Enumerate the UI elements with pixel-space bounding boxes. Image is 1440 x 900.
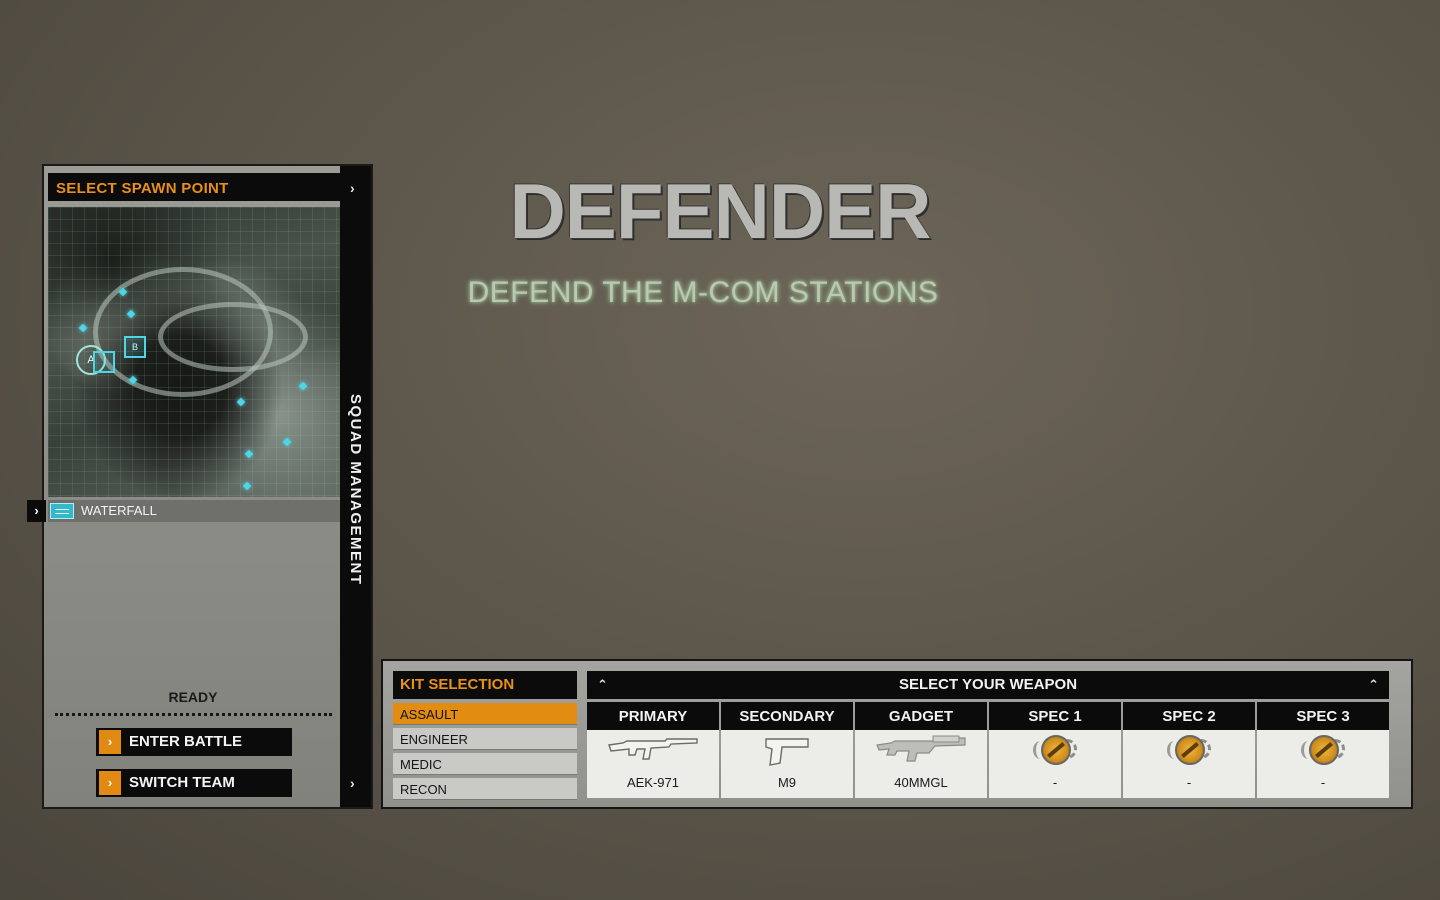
- squad-management-label: SQUAD MANAGEMENT: [347, 394, 364, 586]
- spawn-marker[interactable]: [93, 351, 115, 373]
- slot-label: GADGET: [855, 702, 987, 730]
- weapon-slot-spec-1[interactable]: SPEC 1 -: [989, 702, 1121, 798]
- slot-item-name: 40MMGL: [894, 775, 948, 790]
- spawn-map[interactable]: A B: [48, 207, 341, 497]
- chevron-right-icon[interactable]: ›: [350, 180, 355, 196]
- kit-weapon-panel: KIT SELECTION ASSAULT ENGINEER MEDIC REC…: [381, 659, 1413, 809]
- switch-team-button[interactable]: › SWITCH TEAM: [96, 769, 292, 797]
- slot-label: SPEC 1: [989, 702, 1121, 730]
- slot-body[interactable]: AEK-971: [587, 730, 719, 798]
- slot-body[interactable]: M9: [721, 730, 853, 798]
- role-title: DEFENDER: [509, 167, 931, 255]
- slot-label: SPEC 3: [1257, 702, 1389, 730]
- kit-item-medic[interactable]: MEDIC: [393, 753, 577, 775]
- spawn-point-row[interactable]: › WATERFALL: [27, 500, 341, 522]
- weapon-slot-spec-3[interactable]: SPEC 3 -: [1257, 702, 1389, 798]
- weapon-header: ⌃ SELECT YOUR WEAPON ⌃: [587, 671, 1389, 699]
- kit-item-engineer[interactable]: ENGINEER: [393, 728, 577, 750]
- squad-management-tab[interactable]: › SQUAD MANAGEMENT ›: [340, 166, 371, 807]
- slot-item-name: -: [1052, 775, 1058, 790]
- enter-battle-button[interactable]: › ENTER BATTLE: [96, 728, 292, 756]
- ready-status: READY: [168, 689, 218, 705]
- squad-marker-b[interactable]: B: [124, 336, 146, 358]
- slot-label: SPEC 2: [1123, 702, 1255, 730]
- slot-item-name: -: [1186, 775, 1192, 790]
- weapon-slot-secondary[interactable]: SECONDARY M9: [721, 702, 853, 798]
- slot-item-name: -: [1320, 775, 1326, 790]
- slot-body[interactable]: -: [1123, 730, 1255, 798]
- kit-selection-header: KIT SELECTION: [393, 671, 577, 699]
- chevron-up-icon[interactable]: ⌃: [1368, 671, 1379, 699]
- slot-label: SECONDARY: [721, 702, 853, 730]
- spawn-header: SELECT SPAWN POINT: [48, 173, 341, 203]
- chevron-right-icon: ›: [99, 771, 121, 795]
- chevron-right-icon[interactable]: ›: [350, 775, 355, 791]
- spawn-point-label: WATERFALL: [81, 503, 157, 518]
- slot-item-name: M9: [777, 775, 797, 790]
- spawn-panel: SELECT SPAWN POINT A B › WATERFALL READY…: [27, 164, 373, 809]
- weapon-slot-spec-2[interactable]: SPEC 2 -: [1123, 702, 1255, 798]
- slot-item-name: AEK-971: [626, 775, 680, 790]
- map-road: [158, 302, 308, 372]
- kit-item-assault[interactable]: ASSAULT: [393, 703, 577, 725]
- objective-subtitle: DEFEND THE M-COM STATIONS: [467, 276, 939, 309]
- slot-body[interactable]: 40MMGL: [855, 730, 987, 798]
- weapon-header-label: SELECT YOUR WEAPON: [898, 676, 1078, 693]
- chevron-up-icon[interactable]: ⌃: [597, 671, 608, 699]
- enter-battle-label: ENTER BATTLE: [129, 733, 243, 750]
- slot-label: PRIMARY: [587, 702, 719, 730]
- pistol-icon: [721, 733, 853, 771]
- locked-spec-icon: [989, 733, 1121, 771]
- weapon-slot-primary[interactable]: PRIMARY AEK-971: [587, 702, 719, 798]
- locked-spec-icon: [1257, 733, 1389, 771]
- locked-spec-icon: [1123, 733, 1255, 771]
- divider: [55, 713, 332, 716]
- slot-body[interactable]: -: [989, 730, 1121, 798]
- slot-body[interactable]: -: [1257, 730, 1389, 798]
- spawn-point-icon: [50, 503, 74, 519]
- grenade-launcher-icon: [855, 733, 987, 771]
- chevron-right-icon: ›: [99, 730, 121, 754]
- weapon-slot-gadget[interactable]: GADGET 40MMGL: [855, 702, 987, 798]
- chevron-right-icon: ›: [27, 500, 46, 522]
- assault-rifle-icon: [587, 733, 719, 771]
- switch-team-label: SWITCH TEAM: [129, 774, 235, 791]
- kit-item-recon[interactable]: RECON: [393, 778, 577, 800]
